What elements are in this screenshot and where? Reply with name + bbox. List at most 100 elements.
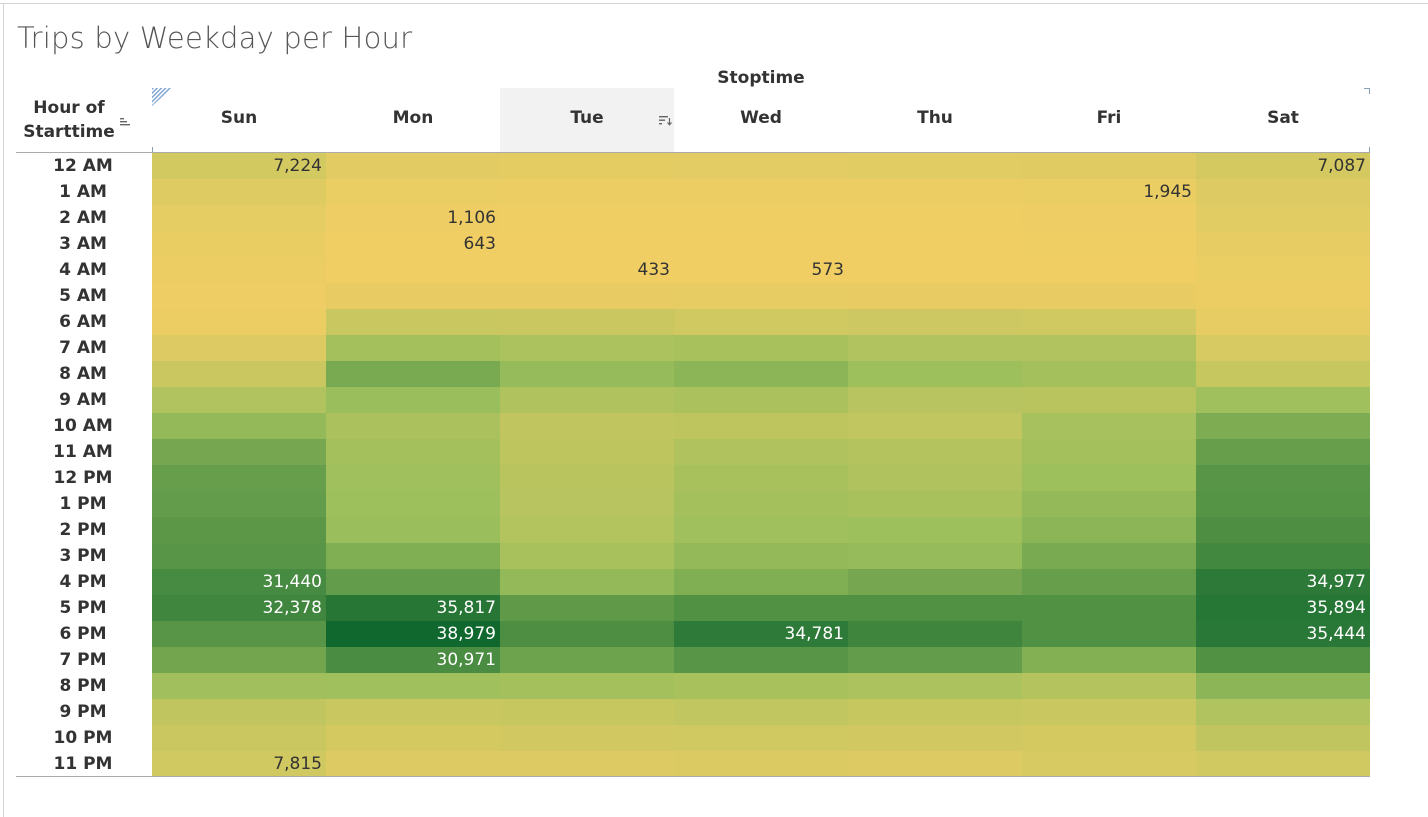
- heatmap-cell[interactable]: 35,817: [326, 595, 500, 621]
- heatmap-cell[interactable]: [152, 309, 326, 335]
- heatmap-cell[interactable]: [674, 465, 848, 491]
- column-header-thu[interactable]: Thu: [848, 108, 1022, 134]
- heatmap-cell[interactable]: [152, 413, 326, 439]
- heatmap-cell[interactable]: [674, 361, 848, 387]
- heatmap-cell[interactable]: [674, 569, 848, 595]
- heatmap-cell[interactable]: [152, 335, 326, 361]
- heatmap-cell[interactable]: [326, 309, 500, 335]
- heatmap-cell[interactable]: [500, 517, 674, 543]
- row-label[interactable]: 6 AM: [16, 309, 150, 335]
- heatmap-cell[interactable]: [848, 491, 1022, 517]
- heatmap-cell[interactable]: [848, 361, 1022, 387]
- heatmap-cell[interactable]: 433: [500, 257, 674, 283]
- heatmap-cell[interactable]: 7,224: [152, 153, 326, 179]
- heatmap-cell[interactable]: [674, 387, 848, 413]
- heatmap-cell[interactable]: [152, 673, 326, 699]
- heatmap-cell[interactable]: [1022, 517, 1196, 543]
- row-label[interactable]: 6 PM: [16, 621, 150, 647]
- row-label[interactable]: 11 PM: [16, 751, 150, 777]
- heatmap-cell[interactable]: [326, 491, 500, 517]
- heatmap-cell[interactable]: [1022, 153, 1196, 179]
- heatmap-cell[interactable]: [1022, 231, 1196, 257]
- row-header-title[interactable]: Hour of Starttime: [16, 96, 122, 144]
- heatmap-cell[interactable]: [500, 361, 674, 387]
- heatmap-cell[interactable]: [848, 439, 1022, 465]
- heatmap-cell[interactable]: [326, 439, 500, 465]
- heatmap-cell[interactable]: [1022, 387, 1196, 413]
- heatmap-cell[interactable]: 38,979: [326, 621, 500, 647]
- heatmap-cell[interactable]: [1196, 179, 1370, 205]
- heatmap-cell[interactable]: [500, 673, 674, 699]
- heatmap-cell[interactable]: [674, 517, 848, 543]
- heatmap-cell[interactable]: [1022, 725, 1196, 751]
- heatmap-cell[interactable]: [1022, 569, 1196, 595]
- heatmap-cell[interactable]: [1022, 595, 1196, 621]
- heatmap-cell[interactable]: [500, 595, 674, 621]
- heatmap-cell[interactable]: [848, 465, 1022, 491]
- heatmap-cell[interactable]: [1022, 309, 1196, 335]
- row-label[interactable]: 10 AM: [16, 413, 150, 439]
- heatmap-cell[interactable]: [1022, 699, 1196, 725]
- heatmap-cell[interactable]: [326, 465, 500, 491]
- heatmap-cell[interactable]: [1022, 413, 1196, 439]
- heatmap-cell[interactable]: [674, 439, 848, 465]
- heatmap-cell[interactable]: [674, 725, 848, 751]
- heatmap-cell[interactable]: [674, 491, 848, 517]
- heatmap-cell[interactable]: [500, 751, 674, 777]
- heatmap-cell[interactable]: [848, 335, 1022, 361]
- heatmap-cell[interactable]: [674, 647, 848, 673]
- heatmap-cell[interactable]: 35,894: [1196, 595, 1370, 621]
- heatmap-cell[interactable]: [152, 621, 326, 647]
- heatmap-cell[interactable]: [674, 179, 848, 205]
- heatmap-cell[interactable]: [1196, 309, 1370, 335]
- heatmap-cell[interactable]: [1196, 699, 1370, 725]
- row-label[interactable]: 1 AM: [16, 179, 150, 205]
- heatmap-cell[interactable]: [152, 361, 326, 387]
- column-header-wed[interactable]: Wed: [674, 108, 848, 134]
- column-header-sun[interactable]: Sun: [152, 108, 326, 134]
- heatmap-cell[interactable]: [500, 439, 674, 465]
- heatmap-cell[interactable]: [1196, 361, 1370, 387]
- heatmap-cell[interactable]: [848, 725, 1022, 751]
- heatmap-cell[interactable]: [1022, 543, 1196, 569]
- heatmap-cell[interactable]: [674, 335, 848, 361]
- heatmap-cell[interactable]: [500, 465, 674, 491]
- heatmap-cell[interactable]: [1196, 517, 1370, 543]
- heatmap-cell[interactable]: [500, 153, 674, 179]
- row-label[interactable]: 7 AM: [16, 335, 150, 361]
- heatmap-cell[interactable]: [674, 595, 848, 621]
- heatmap-cell[interactable]: [500, 283, 674, 309]
- column-header-tue[interactable]: Tue: [500, 108, 674, 134]
- row-label[interactable]: 10 PM: [16, 725, 150, 751]
- heatmap-cell[interactable]: [500, 621, 674, 647]
- heatmap-cell[interactable]: [326, 179, 500, 205]
- heatmap-cell[interactable]: 31,440: [152, 569, 326, 595]
- heatmap-cell[interactable]: [674, 413, 848, 439]
- heatmap-cell[interactable]: [848, 699, 1022, 725]
- heatmap-cell[interactable]: [848, 257, 1022, 283]
- row-label[interactable]: 11 AM: [16, 439, 150, 465]
- heatmap-cell[interactable]: [500, 413, 674, 439]
- heatmap-cell[interactable]: [326, 517, 500, 543]
- heatmap-cell[interactable]: [326, 543, 500, 569]
- heatmap-cell[interactable]: [848, 673, 1022, 699]
- heatmap-cell[interactable]: [500, 543, 674, 569]
- sort-descending-icon[interactable]: [658, 114, 672, 126]
- row-label[interactable]: 2 AM: [16, 205, 150, 231]
- heatmap-cell[interactable]: [848, 387, 1022, 413]
- heatmap-cell[interactable]: [1022, 673, 1196, 699]
- heatmap-cell[interactable]: [326, 673, 500, 699]
- heatmap-cell[interactable]: [674, 231, 848, 257]
- heatmap-cell[interactable]: [848, 179, 1022, 205]
- heatmap-cell[interactable]: [1022, 361, 1196, 387]
- heatmap-cell[interactable]: [674, 153, 848, 179]
- heatmap-cell[interactable]: [1022, 205, 1196, 231]
- heatmap-cell[interactable]: [326, 283, 500, 309]
- heatmap-cell[interactable]: [152, 725, 326, 751]
- heatmap-cell[interactable]: [1196, 491, 1370, 517]
- heatmap-cell[interactable]: [326, 413, 500, 439]
- row-label[interactable]: 12 PM: [16, 465, 150, 491]
- column-header-fri[interactable]: Fri: [1022, 108, 1196, 134]
- heatmap-cell[interactable]: [674, 751, 848, 777]
- row-label[interactable]: 7 PM: [16, 647, 150, 673]
